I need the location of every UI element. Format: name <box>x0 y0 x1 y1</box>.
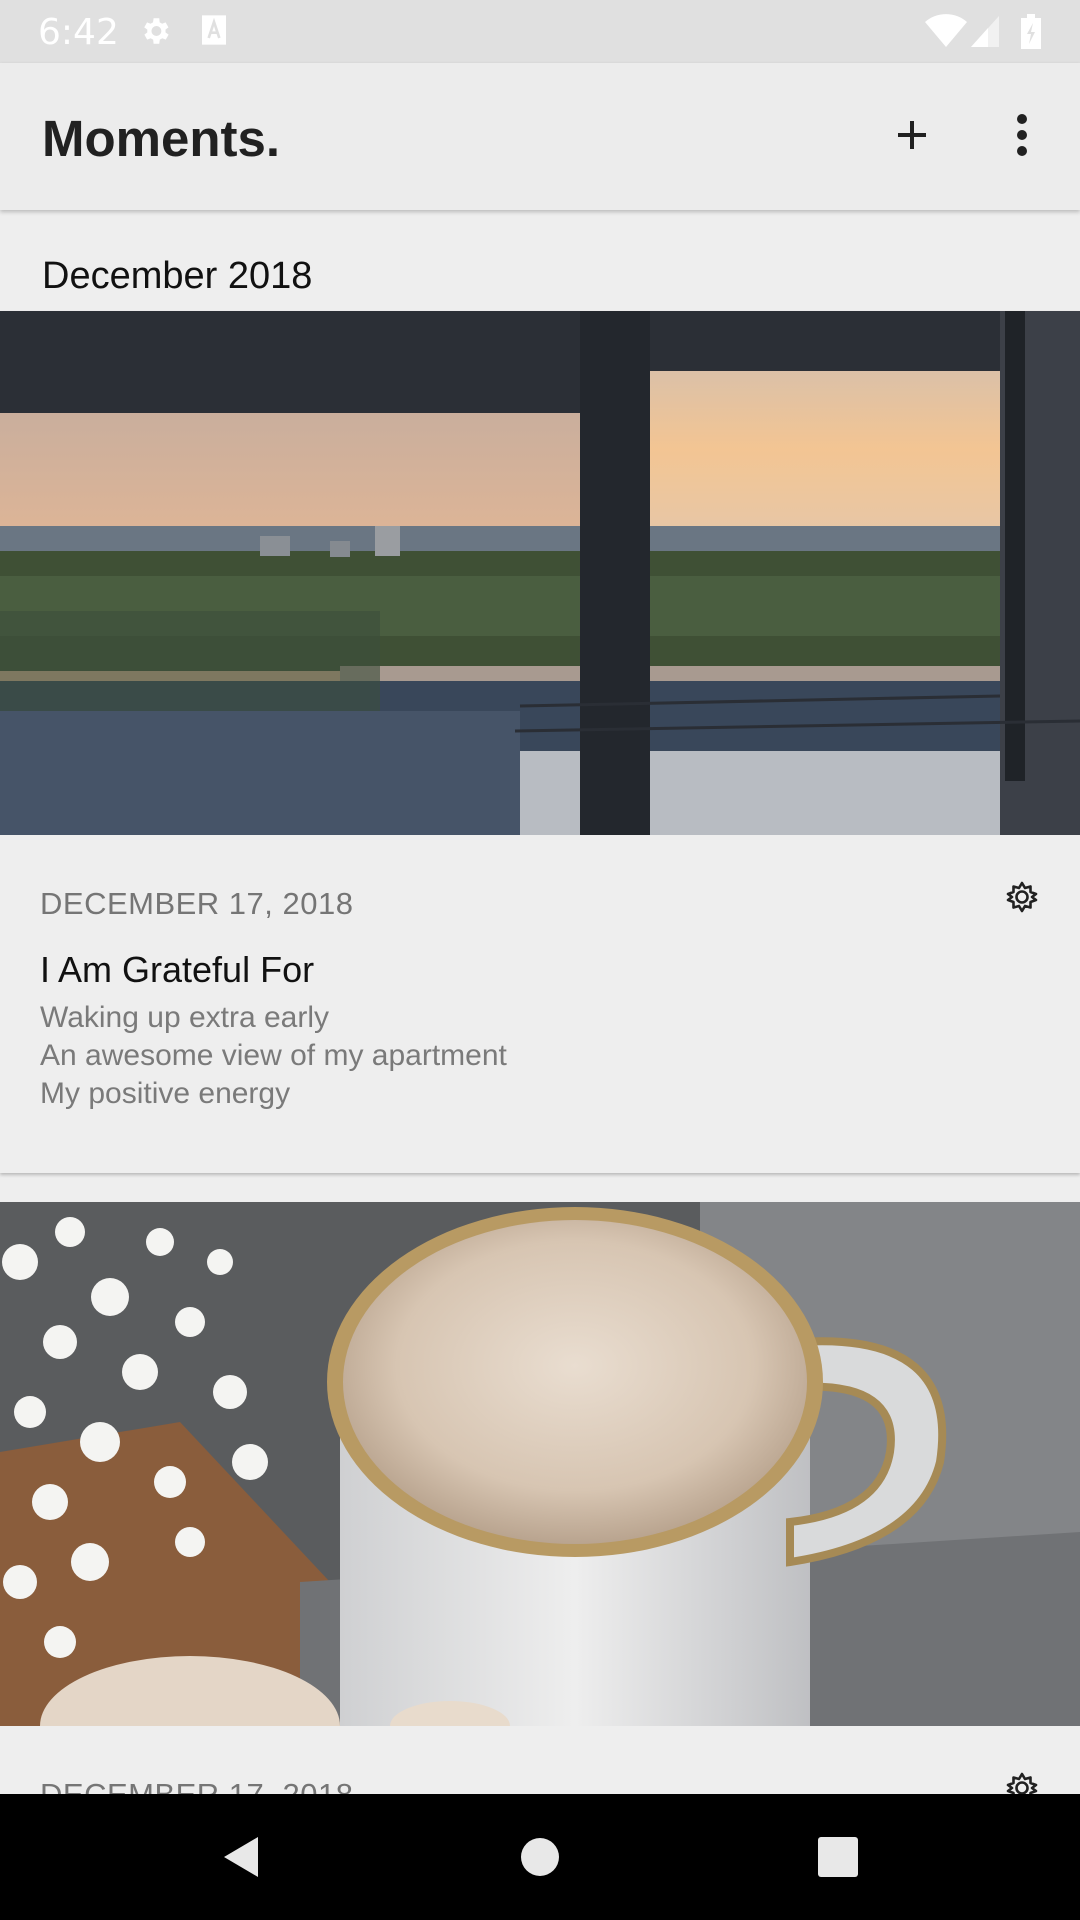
navigation-bar <box>0 1794 1080 1920</box>
month-section-header: December 2018 <box>42 255 313 297</box>
app-title: Moments. <box>42 110 281 167</box>
gear-icon[interactable] <box>1002 877 1042 917</box>
status-time: 6:42 <box>38 12 119 53</box>
recents-icon[interactable] <box>808 1827 868 1887</box>
sunset-city-view-photo <box>0 311 1080 835</box>
card-title: I Am Grateful For <box>40 949 315 990</box>
back-icon[interactable] <box>212 1827 272 1887</box>
more-vert-icon[interactable] <box>990 103 1054 167</box>
gear-icon <box>144 18 169 44</box>
card-line: My positive energy <box>40 1077 291 1110</box>
moment-card[interactable]: DECEMBER 17, 2018 I Am Grateful For Waki… <box>0 311 1080 1173</box>
battery-icon <box>1021 14 1041 49</box>
plus-icon[interactable] <box>880 103 944 167</box>
card-body: Waking up extra early An awesome view of… <box>40 999 507 1113</box>
status-bar: 6:42 <box>0 0 1080 63</box>
wifi-icon <box>925 14 967 47</box>
app-bar: Moments. <box>0 63 1080 210</box>
signal-icon <box>971 16 999 47</box>
moment-card[interactable]: DECEMBER 17, 2018 <box>0 1202 1080 1822</box>
home-icon[interactable] <box>510 1827 570 1887</box>
a-letter-icon <box>202 15 226 45</box>
card-line: An awesome view of my apartment <box>40 1039 507 1072</box>
card-line: Waking up extra early <box>40 1001 330 1034</box>
coffee-cup-flowers-photo <box>0 1202 1080 1726</box>
card-date: DECEMBER 17, 2018 <box>40 886 354 921</box>
